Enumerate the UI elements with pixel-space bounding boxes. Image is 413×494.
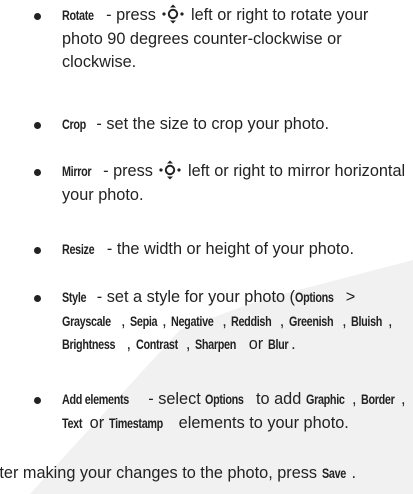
navigation-key-icon xyxy=(162,4,185,24)
bullet-dot xyxy=(34,247,41,254)
style-brightness: Brightness xyxy=(62,337,116,352)
bullet-dot xyxy=(34,169,41,176)
options-label: Options xyxy=(294,290,334,305)
bullet-dot xyxy=(34,295,41,302)
style-reddish: Reddish xyxy=(231,313,272,329)
style-sepia: Sepia xyxy=(130,313,158,329)
element-graphic: Graphic xyxy=(305,392,345,407)
style-sharpen: Sharpen xyxy=(194,337,236,352)
term-crop: Crop xyxy=(62,117,86,132)
term-mirror: Mirror xyxy=(62,164,92,179)
term-rotate: Rotate xyxy=(62,8,94,23)
style-grayscale: Grayscale xyxy=(62,313,111,329)
navigation-key-icon xyxy=(159,160,182,180)
term-style: Style xyxy=(62,290,87,305)
bullet-dot xyxy=(34,122,41,129)
element-text: Text xyxy=(62,415,83,431)
term-add-elements: Add elements xyxy=(62,392,129,407)
style-negative: Negative xyxy=(171,313,214,329)
bullet-dot xyxy=(34,397,41,404)
element-timestamp: Timestamp xyxy=(108,415,163,431)
style-greenish: Greenish xyxy=(288,313,334,329)
options-label: Options xyxy=(205,392,244,407)
bullet-dot xyxy=(34,13,41,20)
style-contrast: Contrast xyxy=(135,337,178,352)
element-border: Border xyxy=(361,392,395,407)
footer-instruction: After making your changes to the photo, … xyxy=(0,462,413,486)
term-resize: Resize xyxy=(62,242,95,257)
style-bluish: Bluish xyxy=(351,313,383,329)
style-blur: Blur xyxy=(267,337,289,352)
save-key-label: Save xyxy=(321,466,346,481)
